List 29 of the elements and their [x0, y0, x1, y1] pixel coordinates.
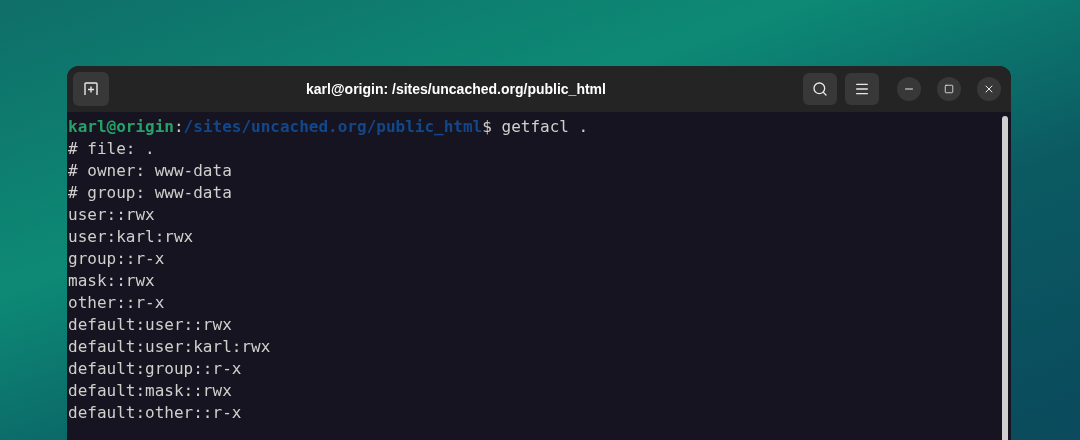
menu-button[interactable] [845, 73, 879, 105]
menu-icon [854, 81, 870, 97]
output-line: default:user::rwx [68, 314, 232, 336]
prompt-user-host: karl@origin [68, 116, 174, 138]
close-icon [983, 83, 995, 95]
output-line: default:group::r-x [68, 358, 242, 380]
prompt-path: /sites/uncached.org/public_html [183, 116, 483, 138]
output-line: default:user:karl:rwx [68, 336, 271, 358]
output-line: user:karl:rwx [68, 226, 194, 248]
window-title: karl@origin: /sites/uncached.org/public_html [306, 79, 606, 99]
new-tab-button[interactable] [73, 72, 109, 106]
output-line: group::r-x [68, 248, 165, 270]
minimize-button[interactable] [897, 77, 921, 101]
output-line: # group: www-data [68, 182, 232, 204]
output-line: default:other::r-x [68, 402, 242, 424]
search-icon [812, 81, 828, 97]
new-tab-icon [83, 81, 99, 97]
output-line: default:mask::rwx [68, 380, 232, 402]
output-line: # file: . [68, 138, 155, 160]
search-button[interactable] [803, 73, 837, 105]
output-line: user::rwx [68, 204, 155, 226]
command-text: $ getfacl . [482, 116, 589, 138]
close-button[interactable] [977, 77, 1001, 101]
maximize-button[interactable] [937, 77, 961, 101]
output-line: mask::rwx [68, 270, 155, 292]
maximize-icon [944, 84, 954, 94]
output-line: other::r-x [68, 292, 165, 314]
output-line: # owner: www-data [68, 160, 232, 182]
prompt-separator: : [173, 116, 184, 138]
